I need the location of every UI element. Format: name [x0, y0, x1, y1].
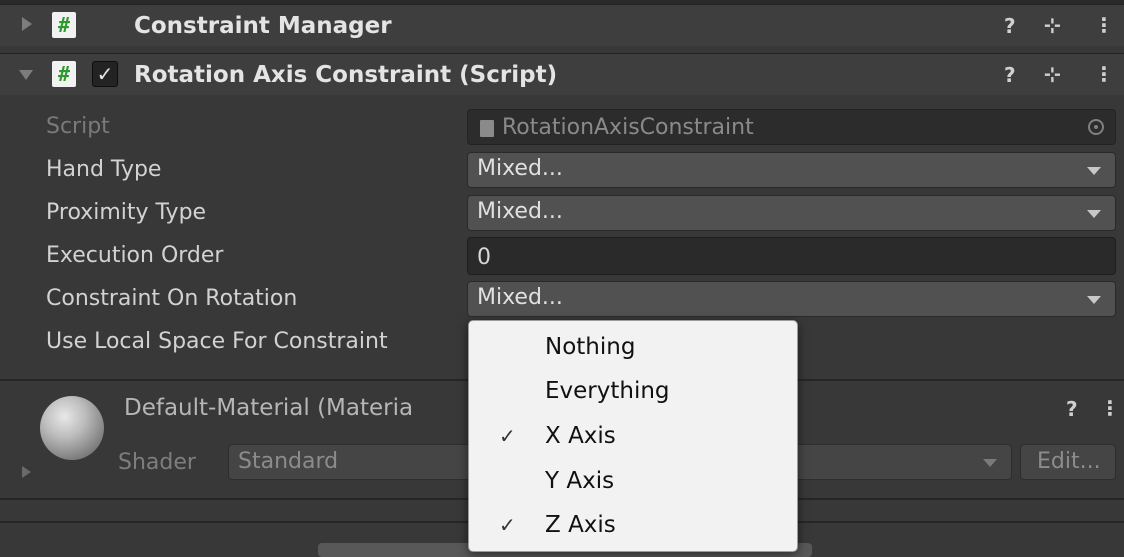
material-preview-sphere: [40, 396, 104, 460]
help-icon[interactable]: ?: [1066, 397, 1078, 421]
proximity-type-value: Mixed...: [477, 199, 563, 224]
checkmark-icon: ✓: [499, 513, 516, 537]
material-menu-icon[interactable]: ⋮: [1100, 396, 1120, 420]
material-title: Default-Material (Materia: [124, 395, 414, 421]
menu-item-label: Y Axis: [545, 468, 615, 494]
constraint-axis-popup-menu: Nothing Everything ✓ X Axis Y Axis ✓ Z A…: [468, 320, 798, 552]
menu-item-nothing[interactable]: Nothing: [469, 327, 797, 371]
menu-item-y-axis[interactable]: Y Axis: [469, 461, 797, 505]
shader-value: Standard: [238, 449, 339, 474]
rotation-constraint-header[interactable]: # ✓ Rotation Axis Constraint (Script) ? …: [0, 53, 1124, 95]
menu-item-label: X Axis: [545, 423, 616, 449]
shader-label: Shader: [118, 450, 196, 475]
foldout-right-icon[interactable]: [22, 17, 32, 31]
dropdown-arrow-icon: [1087, 296, 1101, 304]
component-title: Constraint Manager: [134, 13, 392, 39]
edit-button-label: Edit...: [1037, 449, 1101, 474]
component-title: Rotation Axis Constraint (Script): [134, 62, 558, 88]
menu-item-everything[interactable]: Everything: [469, 371, 797, 415]
shader-edit-button[interactable]: Edit...: [1020, 444, 1116, 480]
proximity-type-dropdown[interactable]: Mixed...: [467, 195, 1116, 231]
script-object-field: RotationAxisConstraint: [467, 109, 1116, 145]
checkmark-icon: ✓: [499, 424, 516, 448]
help-icon[interactable]: ?: [1004, 14, 1016, 38]
dropdown-arrow-icon: [983, 459, 997, 467]
execution-order-value: 0: [477, 245, 491, 270]
menu-item-label: Z Axis: [545, 512, 616, 538]
proximity-type-label: Proximity Type: [46, 200, 207, 225]
execution-order-field[interactable]: 0: [467, 237, 1116, 275]
menu-item-z-axis[interactable]: ✓ Z Axis: [469, 505, 797, 549]
use-local-space-label: Use Local Space For Constraint: [46, 329, 388, 354]
execution-order-label: Execution Order: [46, 243, 224, 268]
dropdown-arrow-icon: [1087, 167, 1101, 175]
hand-type-label: Hand Type: [46, 157, 162, 182]
script-file-icon: [480, 120, 494, 137]
constraint-on-rotation-dropdown[interactable]: Mixed...: [467, 281, 1116, 317]
hand-type-value: Mixed...: [477, 156, 563, 181]
foldout-down-icon[interactable]: [19, 70, 33, 80]
script-label: Script: [46, 114, 110, 139]
menu-item-x-axis[interactable]: ✓ X Axis: [469, 416, 797, 460]
script-value: RotationAxisConstraint: [502, 115, 754, 140]
constraint-on-rotation-value: Mixed...: [477, 285, 563, 310]
dropdown-arrow-icon: [1087, 210, 1101, 218]
preset-settings-icon[interactable]: ⊹: [1044, 13, 1061, 37]
component-menu-icon[interactable]: ⋮: [1094, 62, 1114, 86]
component-menu-icon[interactable]: ⋮: [1094, 13, 1114, 37]
material-foldout-icon[interactable]: [22, 466, 31, 478]
script-icon: #: [52, 12, 76, 38]
constraint-on-rotation-label: Constraint On Rotation: [46, 286, 298, 311]
hand-type-dropdown[interactable]: Mixed...: [467, 152, 1116, 188]
component-enabled-checkbox[interactable]: ✓: [92, 61, 118, 87]
menu-item-label: Nothing: [545, 334, 636, 360]
script-icon: #: [52, 61, 76, 87]
help-icon[interactable]: ?: [1004, 63, 1016, 87]
preset-settings-icon[interactable]: ⊹: [1044, 62, 1061, 86]
constraint-manager-header[interactable]: # Constraint Manager ? ⊹ ⋮: [0, 4, 1124, 46]
menu-item-label: Everything: [545, 378, 670, 404]
object-picker-icon: [1088, 119, 1104, 135]
